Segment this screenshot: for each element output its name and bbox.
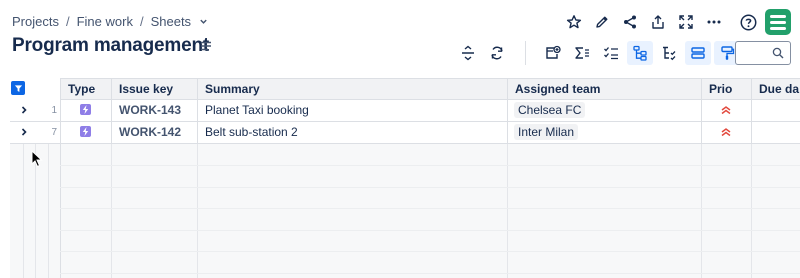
page-title: Program management (12, 35, 210, 56)
hierarchy-icon[interactable] (627, 41, 653, 65)
row-height-icon[interactable] (455, 41, 481, 65)
export-icon[interactable] (644, 10, 672, 34)
epic-icon (80, 126, 91, 137)
add-view-icon[interactable] (540, 41, 566, 65)
mouse-cursor-icon (31, 150, 43, 168)
assigned-team-cell[interactable]: Inter Milan (507, 122, 701, 143)
breadcrumb-separator: / (139, 14, 144, 29)
breadcrumb-separator: / (65, 14, 70, 29)
checklist-icon[interactable] (598, 41, 624, 65)
sheet-grid: Type Issue key Summary Assigned team Pri… (10, 78, 800, 278)
tree-icon[interactable] (656, 41, 682, 65)
issue-key-cell[interactable]: WORK-143 (111, 100, 197, 121)
due-date-cell[interactable] (751, 122, 800, 143)
row-number: 1 (51, 105, 57, 116)
top-actions (560, 10, 762, 34)
breadcrumb: Projects / Fine work / Sheets (12, 14, 208, 29)
breadcrumb-projects[interactable]: Projects (12, 14, 59, 29)
header-priority[interactable]: Prio (701, 79, 751, 100)
assigned-team-cell[interactable]: Chelsea FC (507, 100, 701, 121)
type-cell[interactable] (60, 122, 111, 143)
menu-icon[interactable] (199, 39, 213, 53)
priority-cell[interactable] (701, 122, 751, 143)
star-icon[interactable] (560, 10, 588, 34)
header-assigned-team[interactable]: Assigned team (507, 79, 701, 100)
header-issue-key[interactable]: Issue key (111, 79, 197, 100)
search-input[interactable] (735, 41, 791, 65)
group-icon[interactable] (685, 41, 711, 65)
chevron-right-icon[interactable] (19, 127, 29, 137)
empty-grid-area[interactable] (10, 144, 800, 278)
filter-icon[interactable] (11, 81, 25, 95)
breadcrumb-fine-work[interactable]: Fine work (77, 14, 133, 29)
header-due-date[interactable]: Due da (751, 79, 800, 100)
epic-icon (80, 104, 91, 115)
breadcrumb-sheets-label: Sheets (150, 14, 192, 29)
more-icon[interactable] (700, 10, 728, 34)
row-number: 7 (51, 127, 57, 138)
app-logo[interactable] (765, 9, 791, 35)
team-tag: Chelsea FC (514, 102, 586, 118)
edit-icon[interactable] (588, 10, 616, 34)
breadcrumb-sheets[interactable]: Sheets (151, 14, 208, 29)
header-type[interactable]: Type (60, 79, 111, 100)
issue-key-cell[interactable]: WORK-142 (111, 122, 197, 143)
type-cell[interactable] (60, 100, 111, 121)
table-row[interactable]: WORK-142 Belt sub-station 2 Inter Milan (60, 122, 800, 144)
fullscreen-icon[interactable] (672, 10, 700, 34)
share-icon[interactable] (616, 10, 644, 34)
row-gutter: 7 (10, 122, 60, 144)
team-tag: Inter Milan (514, 124, 579, 140)
toolbar (455, 41, 743, 65)
refresh-icon[interactable] (484, 41, 510, 65)
summary-cell[interactable]: Belt sub-station 2 (197, 122, 507, 143)
table-row[interactable]: WORK-143 Planet Taxi booking Chelsea FC (60, 100, 800, 122)
toolbar-divider (525, 41, 526, 65)
table-header: Type Issue key Summary Assigned team Pri… (60, 78, 800, 100)
search-icon (772, 47, 784, 59)
chevron-down-icon (199, 19, 207, 24)
due-date-cell[interactable] (751, 100, 800, 121)
summary-cell[interactable]: Planet Taxi booking (197, 100, 507, 121)
help-icon[interactable] (734, 10, 762, 34)
priority-high-icon (721, 106, 731, 115)
row-gutter: 1 (10, 100, 60, 122)
priority-high-icon (721, 128, 731, 137)
header-summary[interactable]: Summary (197, 79, 507, 100)
chevron-right-icon[interactable] (19, 105, 29, 115)
sum-icon[interactable] (569, 41, 595, 65)
priority-cell[interactable] (701, 100, 751, 121)
